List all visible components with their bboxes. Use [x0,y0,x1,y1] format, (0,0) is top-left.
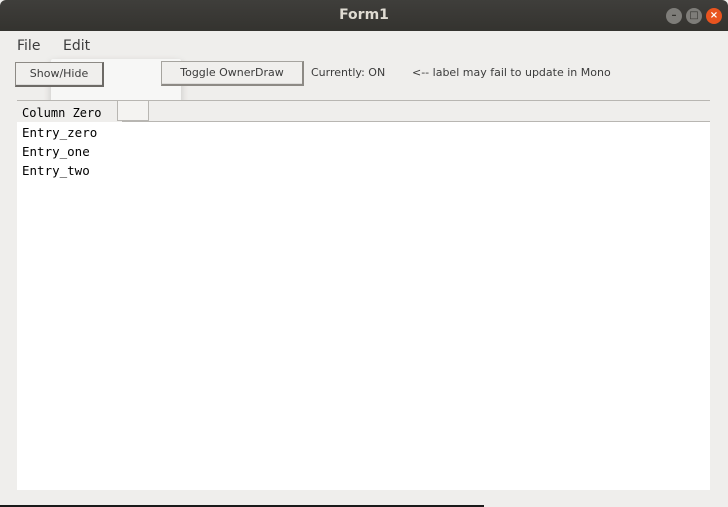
list-header: Column Zero [17,100,710,122]
toggle-ownerdraw-button[interactable]: Toggle OwnerDraw [161,61,304,86]
maximize-icon[interactable]: □ [686,8,702,24]
menu-edit[interactable]: Edit [63,31,90,61]
list-item[interactable]: Entry_one [22,142,97,161]
window-title: Form1 [339,7,389,23]
column-header-empty[interactable] [117,101,149,121]
minimize-icon[interactable]: – [666,8,682,24]
show-hide-button[interactable]: Show/Hide [15,62,104,87]
list-item[interactable]: Entry_zero [22,123,97,142]
menu-bar: File Edit [0,31,728,61]
list-rows: Entry_zero Entry_one Entry_two [22,123,97,180]
status-label: Currently: ON [311,66,386,79]
close-icon[interactable]: × [706,8,722,24]
title-bar: Form1 – □ × [0,0,728,31]
note-label: <-- label may fail to update in Mono [412,66,611,79]
list-item[interactable]: Entry_two [22,161,97,180]
menu-file[interactable]: File [17,31,40,61]
column-header-zero[interactable]: Column Zero [17,101,122,122]
list-view[interactable]: Column Zero Entry_zero Entry_one Entry_t… [17,100,710,490]
